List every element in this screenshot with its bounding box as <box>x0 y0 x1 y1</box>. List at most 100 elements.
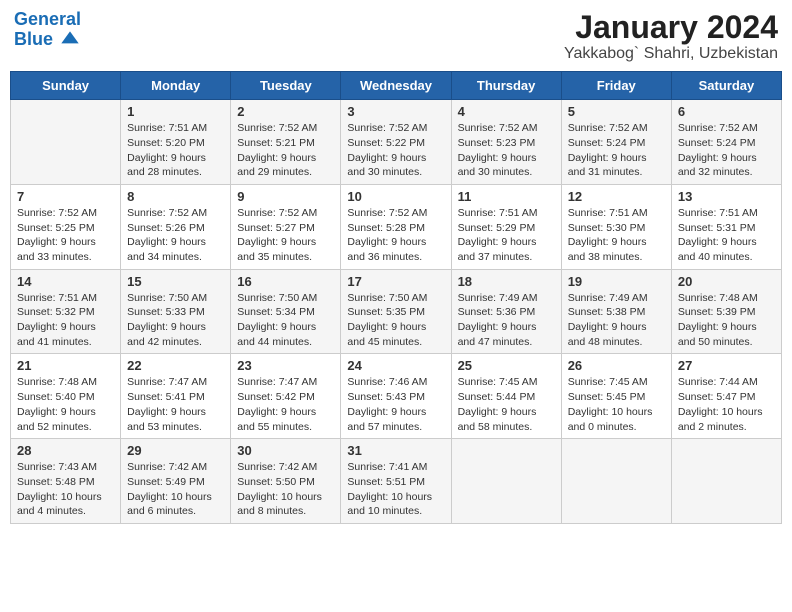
day-info: Sunrise: 7:51 AM Sunset: 5:32 PM Dayligh… <box>17 291 114 350</box>
day-info: Sunrise: 7:50 AM Sunset: 5:34 PM Dayligh… <box>237 291 334 350</box>
day-info: Sunrise: 7:48 AM Sunset: 5:40 PM Dayligh… <box>17 375 114 434</box>
day-number: 11 <box>458 189 555 204</box>
calendar-cell: 12 Sunrise: 7:51 AM Sunset: 5:30 PM Dayli… <box>561 184 671 269</box>
calendar-cell: 21 Sunrise: 7:48 AM Sunset: 5:40 PM Dayli… <box>11 354 121 439</box>
calendar-cell <box>11 100 121 185</box>
day-info: Sunrise: 7:42 AM Sunset: 5:50 PM Dayligh… <box>237 460 334 519</box>
logo-text: General Blue <box>14 10 81 50</box>
day-number: 23 <box>237 358 334 373</box>
day-info: Sunrise: 7:43 AM Sunset: 5:48 PM Dayligh… <box>17 460 114 519</box>
calendar-cell <box>561 439 671 524</box>
day-number: 10 <box>347 189 444 204</box>
calendar-cell: 14 Sunrise: 7:51 AM Sunset: 5:32 PM Dayli… <box>11 269 121 354</box>
logo: General Blue <box>14 10 81 50</box>
day-info: Sunrise: 7:52 AM Sunset: 5:27 PM Dayligh… <box>237 206 334 265</box>
day-number: 29 <box>127 443 224 458</box>
day-number: 26 <box>568 358 665 373</box>
calendar-cell: 5 Sunrise: 7:52 AM Sunset: 5:24 PM Daylig… <box>561 100 671 185</box>
calendar-subtitle: Yakkabog` Shahri, Uzbekistan <box>564 45 778 63</box>
day-number: 21 <box>17 358 114 373</box>
calendar-cell: 29 Sunrise: 7:42 AM Sunset: 5:49 PM Dayli… <box>121 439 231 524</box>
calendar-cell: 19Sunrise: 7:49 AM Sunset: 5:38 PM Dayli… <box>561 269 671 354</box>
title-block: January 2024 Yakkabog` Shahri, Uzbekista… <box>564 10 778 63</box>
calendar-cell <box>671 439 781 524</box>
calendar-cell: 3Sunrise: 7:52 AM Sunset: 5:22 PM Daylig… <box>341 100 451 185</box>
calendar-week-row: 1 Sunrise: 7:51 AM Sunset: 5:20 PM Daylig… <box>11 100 782 185</box>
calendar-cell: 11 Sunrise: 7:51 AM Sunset: 5:29 PM Dayli… <box>451 184 561 269</box>
calendar-title: January 2024 <box>564 10 778 45</box>
day-info: Sunrise: 7:47 AM Sunset: 5:41 PM Dayligh… <box>127 375 224 434</box>
day-info: Sunrise: 7:52 AM Sunset: 5:28 PM Dayligh… <box>347 206 444 265</box>
day-number: 30 <box>237 443 334 458</box>
calendar-cell: 13 Sunrise: 7:51 AM Sunset: 5:31 PM Dayli… <box>671 184 781 269</box>
calendar-cell: 1 Sunrise: 7:51 AM Sunset: 5:20 PM Daylig… <box>121 100 231 185</box>
calendar-table: SundayMondayTuesdayWednesdayThursdayFrid… <box>10 71 782 524</box>
calendar-cell: 9 Sunrise: 7:52 AM Sunset: 5:27 PM Daylig… <box>231 184 341 269</box>
calendar-week-row: 21 Sunrise: 7:48 AM Sunset: 5:40 PM Dayli… <box>11 354 782 439</box>
day-info: Sunrise: 7:51 AM Sunset: 5:20 PM Dayligh… <box>127 121 224 180</box>
day-info: Sunrise: 7:52 AM Sunset: 5:24 PM Dayligh… <box>568 121 665 180</box>
calendar-cell: 16Sunrise: 7:50 AM Sunset: 5:34 PM Dayli… <box>231 269 341 354</box>
calendar-cell: 7 Sunrise: 7:52 AM Sunset: 5:25 PM Daylig… <box>11 184 121 269</box>
calendar-cell: 20 Sunrise: 7:48 AM Sunset: 5:39 PM Dayli… <box>671 269 781 354</box>
weekday-header: Sunday <box>11 72 121 100</box>
day-info: Sunrise: 7:52 AM Sunset: 5:24 PM Dayligh… <box>678 121 775 180</box>
day-info: Sunrise: 7:45 AM Sunset: 5:45 PM Dayligh… <box>568 375 665 434</box>
day-number: 4 <box>458 104 555 119</box>
day-info: Sunrise: 7:49 AM Sunset: 5:36 PM Dayligh… <box>458 291 555 350</box>
day-info: Sunrise: 7:45 AM Sunset: 5:44 PM Dayligh… <box>458 375 555 434</box>
day-number: 6 <box>678 104 775 119</box>
day-number: 31 <box>347 443 444 458</box>
day-number: 9 <box>237 189 334 204</box>
calendar-cell: 26 Sunrise: 7:45 AM Sunset: 5:45 PM Dayli… <box>561 354 671 439</box>
day-number: 15 <box>127 274 224 289</box>
calendar-cell: 2Sunrise: 7:52 AM Sunset: 5:21 PM Daylig… <box>231 100 341 185</box>
day-info: Sunrise: 7:50 AM Sunset: 5:35 PM Dayligh… <box>347 291 444 350</box>
day-number: 24 <box>347 358 444 373</box>
calendar-cell: 4Sunrise: 7:52 AM Sunset: 5:23 PM Daylig… <box>451 100 561 185</box>
calendar-week-row: 7 Sunrise: 7:52 AM Sunset: 5:25 PM Daylig… <box>11 184 782 269</box>
calendar-cell: 17Sunrise: 7:50 AM Sunset: 5:35 PM Dayli… <box>341 269 451 354</box>
day-number: 2 <box>237 104 334 119</box>
day-info: Sunrise: 7:52 AM Sunset: 5:25 PM Dayligh… <box>17 206 114 265</box>
day-info: Sunrise: 7:46 AM Sunset: 5:43 PM Dayligh… <box>347 375 444 434</box>
day-info: Sunrise: 7:42 AM Sunset: 5:49 PM Dayligh… <box>127 460 224 519</box>
weekday-row: SundayMondayTuesdayWednesdayThursdayFrid… <box>11 72 782 100</box>
day-number: 22 <box>127 358 224 373</box>
day-info: Sunrise: 7:51 AM Sunset: 5:31 PM Dayligh… <box>678 206 775 265</box>
day-number: 1 <box>127 104 224 119</box>
day-number: 20 <box>678 274 775 289</box>
day-number: 19 <box>568 274 665 289</box>
calendar-cell: 10 Sunrise: 7:52 AM Sunset: 5:28 PM Dayli… <box>341 184 451 269</box>
day-info: Sunrise: 7:52 AM Sunset: 5:22 PM Dayligh… <box>347 121 444 180</box>
day-info: Sunrise: 7:50 AM Sunset: 5:33 PM Dayligh… <box>127 291 224 350</box>
weekday-header: Monday <box>121 72 231 100</box>
day-info: Sunrise: 7:48 AM Sunset: 5:39 PM Dayligh… <box>678 291 775 350</box>
day-number: 5 <box>568 104 665 119</box>
day-number: 7 <box>17 189 114 204</box>
calendar-cell: 8Sunrise: 7:52 AM Sunset: 5:26 PM Daylig… <box>121 184 231 269</box>
page-header: General Blue January 2024 Yakkabog` Shah… <box>10 10 782 63</box>
day-number: 12 <box>568 189 665 204</box>
calendar-cell: 27 Sunrise: 7:44 AM Sunset: 5:47 PM Dayli… <box>671 354 781 439</box>
calendar-week-row: 14 Sunrise: 7:51 AM Sunset: 5:32 PM Dayli… <box>11 269 782 354</box>
day-info: Sunrise: 7:41 AM Sunset: 5:51 PM Dayligh… <box>347 460 444 519</box>
weekday-header: Saturday <box>671 72 781 100</box>
day-number: 13 <box>678 189 775 204</box>
calendar-cell: 18Sunrise: 7:49 AM Sunset: 5:36 PM Dayli… <box>451 269 561 354</box>
calendar-cell: 15 Sunrise: 7:50 AM Sunset: 5:33 PM Dayli… <box>121 269 231 354</box>
calendar-cell: 6 Sunrise: 7:52 AM Sunset: 5:24 PM Daylig… <box>671 100 781 185</box>
calendar-cell: 25 Sunrise: 7:45 AM Sunset: 5:44 PM Dayli… <box>451 354 561 439</box>
calendar-cell <box>451 439 561 524</box>
day-info: Sunrise: 7:51 AM Sunset: 5:29 PM Dayligh… <box>458 206 555 265</box>
day-info: Sunrise: 7:51 AM Sunset: 5:30 PM Dayligh… <box>568 206 665 265</box>
day-number: 27 <box>678 358 775 373</box>
calendar-cell: 24 Sunrise: 7:46 AM Sunset: 5:43 PM Dayli… <box>341 354 451 439</box>
calendar-cell: 22 Sunrise: 7:47 AM Sunset: 5:41 PM Dayli… <box>121 354 231 439</box>
day-number: 14 <box>17 274 114 289</box>
weekday-header: Friday <box>561 72 671 100</box>
day-number: 25 <box>458 358 555 373</box>
day-info: Sunrise: 7:44 AM Sunset: 5:47 PM Dayligh… <box>678 375 775 434</box>
calendar-cell: 23Sunrise: 7:47 AM Sunset: 5:42 PM Dayli… <box>231 354 341 439</box>
weekday-header: Wednesday <box>341 72 451 100</box>
